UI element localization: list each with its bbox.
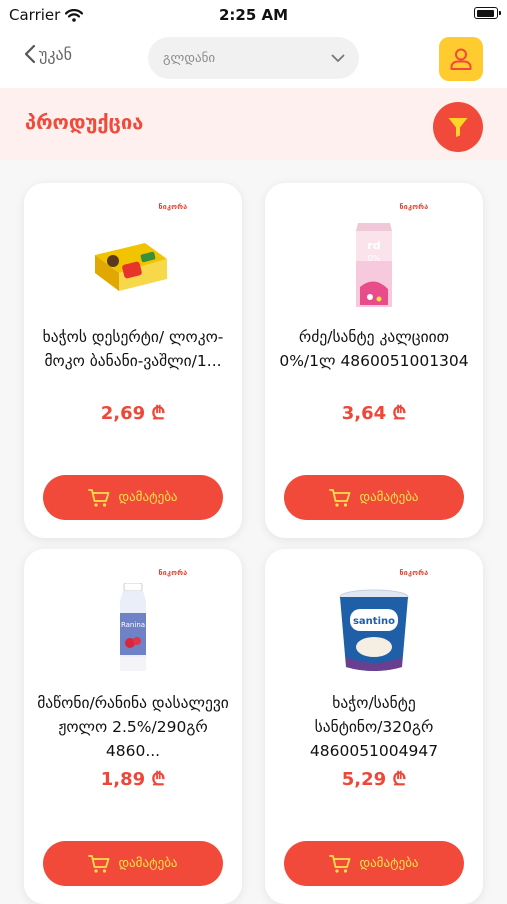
product-price: 1,89 ₾ (100, 769, 166, 790)
add-to-cart-button[interactable]: დამატება (284, 841, 464, 886)
cart-icon (329, 854, 351, 873)
page-title: პროდუქცია (25, 110, 144, 134)
battery-icon (474, 7, 501, 19)
product-price: 5,29 ₾ (341, 769, 407, 790)
product-name: რძე/სანტე კალციით 0%/1ლ 4860051001304 (279, 328, 469, 370)
products-header: პროდუქცია (0, 88, 507, 160)
product-image-yogurt-bottle: Ranina (120, 583, 146, 671)
product-price: 3,64 ₾ (341, 403, 407, 424)
add-to-cart-button[interactable]: დამატება (284, 475, 464, 520)
cart-icon (88, 854, 110, 873)
location-value: გლდანი (163, 50, 216, 66)
add-button-label: დამატება (359, 490, 419, 505)
product-card[interactable]: ნიკორა rd 0% რძე/სანტე კალციით 0%/1ლ 486… (265, 183, 483, 538)
svg-text:Ranina: Ranina (121, 621, 145, 629)
cart-icon (88, 488, 110, 507)
back-label: უკან (39, 44, 73, 64)
filter-button[interactable] (433, 102, 483, 152)
svg-text:0%: 0% (368, 254, 381, 263)
product-image-curd-cup: santino (339, 589, 409, 671)
product-card[interactable]: ნიკორა santino ხაჭო/სანტე სანტინო/320გრ … (265, 549, 483, 904)
location-select[interactable]: გლდანი (148, 37, 359, 79)
chevron-left-icon (24, 44, 36, 64)
add-to-cart-button[interactable]: დამატება (43, 841, 223, 886)
product-card[interactable]: ნიკორა Ranina მაწონი/რანინა დასალევი ჟოლ… (24, 549, 242, 904)
svg-text:rd: rd (367, 239, 380, 252)
clock: 2:25 AM (218, 6, 289, 24)
brand-logo: ნიკორა (399, 203, 429, 211)
filter-icon (448, 118, 468, 137)
product-image-dessert (95, 243, 167, 291)
chevron-down-icon (331, 54, 345, 62)
svg-text:santino: santino (353, 616, 395, 627)
product-name: მაწონი/რანინა დასალევი ჟოლო 2.5%/290გრ 4… (37, 694, 229, 760)
brand-logo: ნიკორა (158, 203, 188, 211)
nav-bar: უკან გლდანი (0, 30, 507, 88)
brand-logo: ნიკორა (158, 569, 188, 577)
add-button-label: დამატება (359, 856, 419, 871)
status-bar: Carrier 2:25 AM (0, 0, 507, 30)
add-to-cart-button[interactable]: დამატება (43, 475, 223, 520)
add-button-label: დამატება (118, 856, 178, 871)
user-icon (450, 48, 472, 70)
back-button[interactable]: უკან (24, 44, 72, 64)
product-price: 2,69 ₾ (100, 403, 166, 424)
add-button-label: დამატება (118, 490, 178, 505)
brand-logo: ნიკორა (399, 569, 429, 577)
cart-icon (329, 488, 351, 507)
product-image-milk: rd 0% (356, 223, 392, 307)
product-name: ხაჭოს დესერტი/ ლოკო-მოკო ბანანი-ვაშლი/1.… (42, 328, 224, 370)
profile-button[interactable] (439, 37, 483, 81)
product-card[interactable]: ნიკორა ხაჭოს დესერტი/ ლოკო-მოკო ბანანი-ვ… (24, 183, 242, 538)
product-name: ხაჭო/სანტე სანტინო/320გრ 4860051004947 (309, 694, 439, 760)
